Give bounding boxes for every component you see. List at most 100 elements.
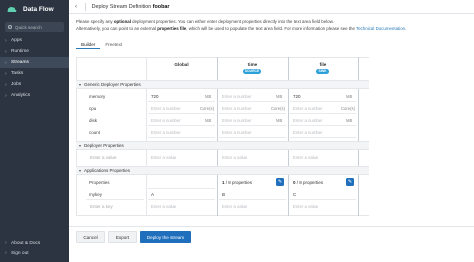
cloud-logo-icon [7,6,17,12]
divider [85,2,86,11]
sidebar-item-analytics[interactable]: › Analytics [0,90,69,101]
new-global-value-input[interactable]: Enter a value [151,204,176,209]
intro-text-part: , which will be used to populate the tex… [186,26,357,31]
footer-divider [69,226,474,227]
pencil-icon: ✎ [347,178,353,185]
count-file-input[interactable]: Enter a number [293,130,323,135]
deployer-time-value-input[interactable]: Enter a value [222,155,247,160]
source-badge: SOURCE [243,69,261,74]
group-deployer[interactable]: ▾ Generic Deployer Properties [76,80,369,89]
sidebar-item-label: Runtime [11,49,29,54]
input-underline [219,199,286,200]
input-underline [219,137,286,138]
caret-down-icon: ▾ [79,82,82,87]
sidebar-item-tasks[interactable]: › Tasks [0,68,69,79]
properties-total: / 8 properties [224,180,253,185]
deployer-file-value-input[interactable]: Enter a value [293,155,318,160]
deployer-key-input[interactable]: Enter a value [90,155,117,160]
deployer-global-value-input[interactable]: Enter a value [151,155,176,160]
sidebar-item-label: Sign out [11,250,29,256]
cpu-file-input[interactable]: Enter a number [293,106,323,111]
sidebar-item-runtime[interactable]: › Runtime [0,46,69,57]
edit-time-properties-button[interactable]: ✎ [276,178,284,186]
sidebar-item-jobs[interactable]: › Jobs [0,79,69,90]
intro-text-bold: properties file [157,26,187,31]
back-arrow-icon[interactable]: ‹ [75,4,83,10]
new-time-value-input[interactable]: Enter a value [222,204,247,209]
input-underline [148,137,215,138]
unit-label: MB [205,94,212,99]
file-properties-count: 0 / 8 properties [293,180,323,185]
row-label-cpu: cpu [89,106,97,111]
intro-text-part: Please specify any [76,19,114,24]
input-underline [219,125,286,126]
cancel-button[interactable]: Cancel [76,231,105,243]
group-title: Deployer Properties [84,143,124,148]
group-applications-properties[interactable]: ▾ Applications Properties [76,166,369,175]
sink-badge: SINK [316,69,329,74]
edit-file-properties-button[interactable]: ✎ [346,178,354,186]
row-label-properties: Properties [89,180,110,185]
mykey-time-input[interactable]: B [222,192,225,197]
mykey-file-input[interactable]: C [293,192,296,197]
sidebar-item-label: Tasks [11,71,24,76]
sidebar-item-apps[interactable]: › Apps [0,35,69,46]
row-label-memory: memory [89,94,106,99]
technical-documentation-link[interactable]: Technical Documentation [356,26,405,31]
caret-down-icon: ▾ [79,168,82,173]
sidebar-item-sign-out[interactable]: › Sign out [0,248,69,258]
column-time: time [247,62,258,67]
input-underline [148,199,215,200]
unit-label: MB [346,118,353,123]
tab-freetext[interactable]: Freetext [100,41,127,49]
intro-text-part: Alternatively, you can point to an exter… [76,26,158,31]
row-key-mykey[interactable]: mykey [89,192,102,197]
deploy-stream-button[interactable]: Deploy the stream [140,231,191,243]
unit-label: Core(s) [341,106,355,111]
unit-label: MB [276,94,283,99]
group-deployer-properties[interactable]: ▾ Deployer Properties [76,141,369,150]
unit-label: MB [205,118,212,123]
row-label-disk: disk [89,118,98,123]
input-underline [290,125,356,126]
sidebar-item-about[interactable]: › About & Docs [0,238,69,248]
export-button[interactable]: Export [108,231,137,243]
memory-file-input[interactable]: 720 [293,94,301,99]
new-key-input[interactable]: Enter a key [90,204,113,209]
intro-line-2: Alternatively, you can point to an exter… [76,25,471,32]
sidebar-item-label: Analytics [11,93,31,98]
caret-down-icon: ▾ [79,143,82,148]
disk-global-input[interactable]: Enter a number [151,118,181,123]
new-file-value-input[interactable]: Enter a value [293,204,318,209]
input-underline [86,199,144,200]
cpu-time-input[interactable]: Enter a number [222,106,252,111]
count-global-input[interactable]: Enter a number [151,130,181,135]
brand[interactable]: Data Flow [0,0,69,18]
disk-time-input[interactable]: Enter a number [222,118,252,123]
mykey-global-input[interactable]: A [151,192,154,197]
intro-text: Please specify any optional deployment p… [76,18,471,32]
sidebar-item-streams[interactable]: › Streams [0,57,69,68]
tab-builder[interactable]: Builder [76,41,101,49]
stream-name: foobar [152,3,170,10]
input-underline [219,101,286,102]
input-underline [148,113,215,114]
memory-global-input[interactable]: 720 [151,94,159,99]
unit-label: MB [346,94,353,99]
count-time-input[interactable]: Enter a number [222,130,252,135]
quick-search-input[interactable]: Quick search [5,22,64,32]
intro-text-bold: optional [113,19,131,24]
input-underline [290,113,356,114]
sidebar-item-label: Streams [11,60,29,65]
input-underline [219,113,286,114]
brand-name: Data Flow [23,5,54,13]
input-underline [148,125,215,126]
page-header: ‹ Deploy Stream Definition foobar [69,0,474,14]
disk-file-input[interactable]: Enter a number [293,118,323,123]
cpu-global-input[interactable]: Enter a number [151,106,181,111]
unit-label: Core(s) [200,106,214,111]
group-title: Applications Properties [84,168,131,173]
memory-time-input[interactable]: Enter a number [222,94,252,99]
input-underline [290,101,356,102]
sidebar: Data Flow Quick search › Apps › Runtime … [0,0,69,262]
